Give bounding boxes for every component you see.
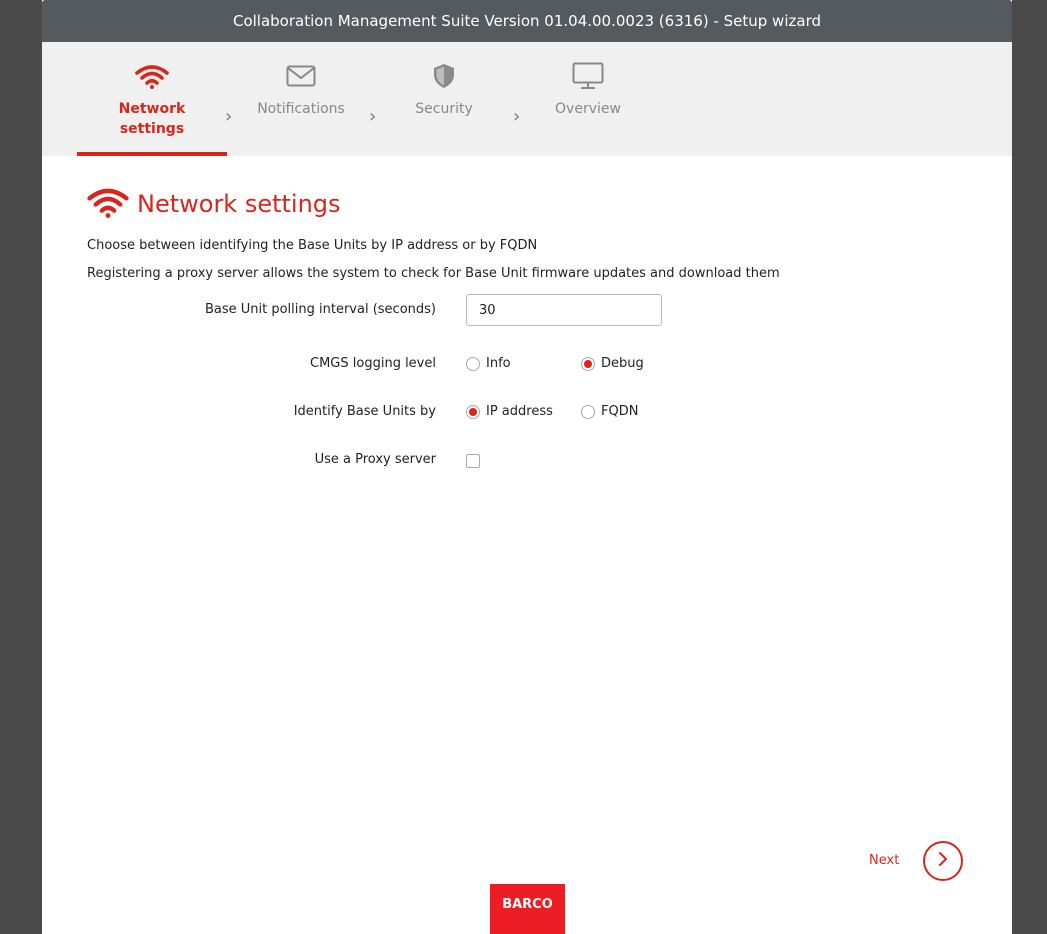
step-label: Security	[415, 101, 473, 117]
proxy-checkbox[interactable]	[466, 454, 480, 468]
logging-info-radio[interactable]: Info	[466, 356, 511, 371]
identify-by-row: Identify Base Units by IP address FQDN	[42, 402, 1012, 436]
radio-circle	[466, 404, 480, 419]
wizard-steps-bar: Network settings › Notifications › Secur…	[42, 42, 1012, 156]
radio-label: Debug	[601, 356, 644, 371]
step-network-settings[interactable]: Network settings	[77, 42, 227, 156]
radio-label: FQDN	[601, 404, 639, 419]
window-titlebar: Collaboration Management Suite Version 0…	[42, 0, 1012, 42]
window-title: Collaboration Management Suite Version 0…	[232, 12, 821, 30]
proxy-label: Use a Proxy server	[314, 452, 436, 467]
step-security[interactable]: Security	[369, 42, 519, 156]
next-label[interactable]: Next	[869, 853, 899, 868]
polling-interval-row: Base Unit polling interval (seconds)	[42, 294, 1012, 328]
logo-text: BARCO	[502, 896, 553, 912]
description-text: Registering a proxy server allows the sy…	[87, 266, 780, 281]
page-heading: Network settings	[87, 186, 341, 222]
envelope-icon	[286, 62, 316, 90]
step-overview[interactable]: Overview	[513, 42, 663, 156]
polling-interval-label: Base Unit polling interval (seconds)	[204, 302, 436, 317]
monitor-icon	[572, 62, 604, 90]
barco-logo: BARCO	[490, 884, 565, 934]
setup-wizard-window: Collaboration Management Suite Version 0…	[42, 0, 1012, 934]
chevron-right-icon	[936, 851, 950, 871]
next-button[interactable]	[923, 841, 963, 881]
identify-fqdn-radio[interactable]: FQDN	[581, 404, 638, 419]
shield-icon	[432, 62, 456, 90]
step-label: Network settings	[118, 101, 186, 137]
description-text: Choose between identifying the Base Unit…	[87, 238, 538, 253]
logging-level-label: CMGS logging level	[310, 356, 436, 371]
logging-level-row: CMGS logging level Info Debug	[42, 354, 1012, 388]
radio-circle	[466, 356, 480, 371]
radio-label: Info	[486, 356, 511, 371]
identify-ip-radio[interactable]: IP address	[466, 404, 553, 419]
radio-circle	[581, 356, 595, 371]
wifi-icon	[87, 186, 129, 222]
wifi-icon	[135, 62, 169, 90]
step-label: Overview	[555, 101, 621, 117]
polling-interval-input[interactable]	[466, 294, 662, 326]
radio-circle	[581, 404, 595, 419]
identify-by-label: Identify Base Units by	[293, 404, 436, 419]
radio-label: IP address	[486, 404, 553, 419]
logging-debug-radio[interactable]: Debug	[581, 356, 644, 371]
page-title: Network settings	[137, 190, 341, 218]
step-label: Notifications	[257, 101, 345, 117]
step-notifications[interactable]: Notifications	[226, 42, 376, 156]
proxy-row: Use a Proxy server	[42, 450, 1012, 484]
